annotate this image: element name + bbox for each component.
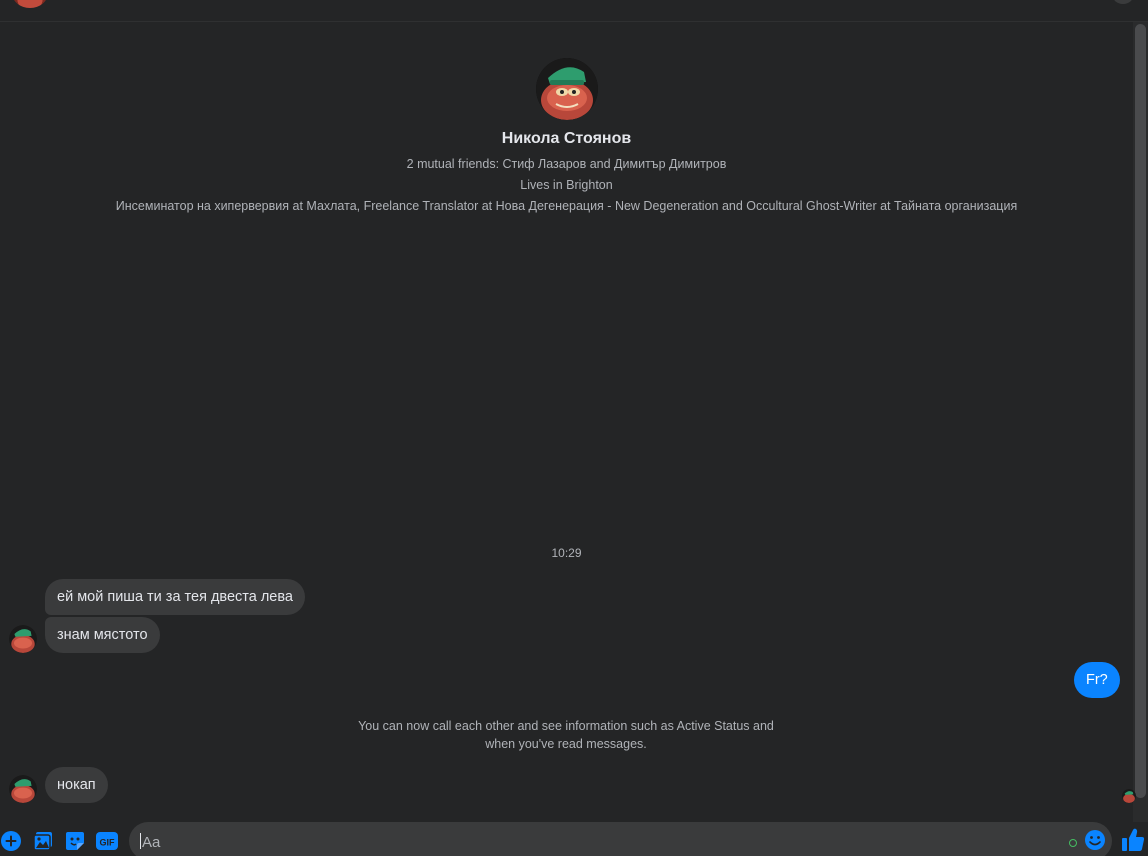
image-icon (33, 832, 52, 851)
system-notice-line: when you've read messages. (485, 737, 647, 751)
conversation-header (0, 0, 1148, 22)
messenger-window: Никола Стоянов 2 mutual friends: Стиф Ла… (0, 0, 1148, 856)
message-input-box[interactable] (129, 822, 1112, 856)
profile-intro: Никола Стоянов 2 mutual friends: Стиф Ла… (0, 58, 1133, 217)
text-caret (140, 833, 141, 849)
lives-in: Lives in Brighton (520, 178, 613, 192)
message-bubble-incoming[interactable]: знам мястото (45, 617, 160, 653)
sticker-button[interactable] (64, 830, 86, 852)
photo-button[interactable] (32, 830, 54, 852)
gif-icon: GIF (96, 832, 118, 850)
avatar-image-icon (9, 625, 37, 653)
thumbs-up-icon (1122, 828, 1145, 851)
emoji-button[interactable] (1084, 829, 1106, 851)
message-bubble-outgoing[interactable]: Fr? (1074, 662, 1120, 698)
message-bubble-incoming[interactable]: нокап (45, 767, 108, 803)
message-bubble-incoming[interactable]: ей мой пиша ти за тея двеста лева (45, 579, 305, 615)
header-avatar[interactable] (12, 0, 48, 8)
active-status-icon (1069, 839, 1077, 847)
emoji-icon (1085, 830, 1105, 850)
message-timestamp: 10:29 (551, 546, 582, 560)
gif-label: GIF (100, 838, 116, 848)
work-info: Инсеминатор на хипервервия at Махлата, F… (115, 199, 1018, 213)
system-notice: You can now call each other and see info… (333, 717, 799, 753)
header-info-button[interactable] (1112, 0, 1134, 4)
gif-button[interactable]: GIF (96, 830, 118, 852)
profile-name[interactable]: Никола Стоянов (0, 128, 1133, 150)
sender-avatar[interactable] (9, 625, 37, 653)
seen-indicator-avatar (1122, 789, 1136, 803)
avatar-image-icon (535, 58, 598, 120)
avatar-image-icon (1122, 789, 1136, 803)
add-button[interactable] (0, 830, 22, 852)
system-notice-line: You can now call each other and see info… (358, 719, 774, 733)
like-button[interactable] (1121, 827, 1145, 853)
mutual-friends: 2 mutual friends: Стиф Лазаров and Димит… (406, 157, 727, 171)
sticker-icon (66, 832, 84, 850)
avatar-image-icon (9, 775, 37, 803)
message-input[interactable] (140, 822, 1044, 856)
add-icon (1, 831, 21, 851)
sender-avatar[interactable] (9, 775, 37, 803)
profile-avatar[interactable] (535, 58, 598, 120)
scrollbar-thumb[interactable] (1135, 24, 1146, 798)
message-composer: GIF (0, 822, 1148, 856)
